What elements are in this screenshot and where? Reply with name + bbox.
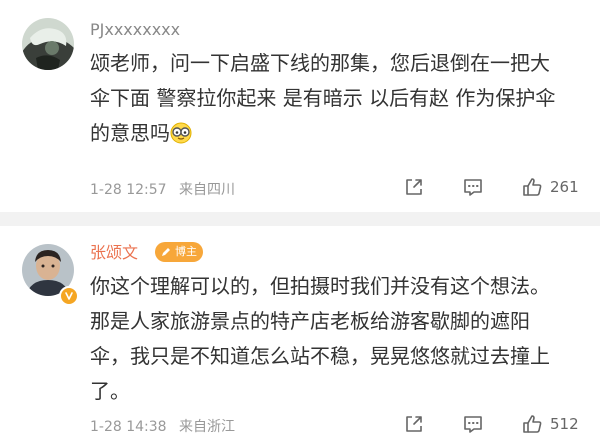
share-button[interactable] [403, 413, 425, 435]
comment-text-line: 伞下面 警察拉你起来 是有暗示 以后有赵 作为保护伞 [90, 86, 556, 110]
share-icon [406, 416, 422, 432]
comment-text: 颂老师，问一下启盛下线的那集，您后退倒在一把大 伞下面 警察拉你起来 是有暗示 以… [90, 46, 582, 151]
comment-text-line: 伞，我只是不知道怎么站不稳，晃晃悠悠就过去撞上 [90, 344, 550, 368]
comment-text-line: 你这个理解可以的，但拍摄时我们并没有这个想法。 [90, 274, 550, 298]
pen-icon [162, 248, 170, 256]
like-button[interactable]: 261 [521, 176, 580, 198]
thumbs-up-icon [523, 415, 542, 433]
comment-button[interactable] [462, 413, 484, 435]
host-badge: 博主 [155, 242, 203, 262]
comment-card: 张颂文 博主 你这个理解可以的，但拍摄时我们并没有这个想法。 那是人家旅游景点的特… [0, 226, 600, 445]
comment-card: PJxxxxxxxx 颂老师，问一下启盛下线的那集，您后退倒在一把大 伞下面 警察… [0, 0, 600, 212]
comment-location: 来自浙江 [179, 419, 236, 435]
like-count: 512 [550, 415, 579, 433]
like-button[interactable]: 512 [521, 413, 580, 435]
share-button[interactable] [403, 176, 425, 198]
comment-icon [464, 179, 482, 196]
share-icon [406, 179, 422, 195]
comment-actions: 261 [403, 176, 600, 198]
comment-location: 来自四川 [179, 182, 236, 198]
comment-text-line: 那是人家旅游景点的特产店老板给游客歇脚的遮阳 [90, 309, 530, 333]
comment-meta: 1-28 12:57 来自四川 [90, 181, 235, 199]
thumbs-up-icon [523, 178, 542, 196]
comment-date: 1-28 12:57 [90, 182, 167, 198]
comment-actions: 512 [403, 413, 600, 435]
username[interactable]: 张颂文 [90, 243, 138, 263]
verified-badge [59, 286, 79, 306]
like-count: 261 [550, 178, 579, 196]
avatar[interactable] [22, 18, 74, 70]
avatar-image [22, 18, 74, 70]
glasses-emoji-icon [170, 122, 192, 144]
comment-date: 1-28 14:38 [90, 419, 167, 435]
comment-separator [0, 212, 600, 226]
comment-button[interactable] [462, 176, 484, 198]
comment-text-line: 的意思吗 [90, 121, 170, 145]
comment-text-line: 颂老师，问一下启盛下线的那集，您后退倒在一把大 [90, 51, 550, 75]
comment-icon [464, 416, 482, 433]
comment-meta: 1-28 14:38 来自浙江 [90, 418, 235, 436]
verified-icon [65, 292, 73, 300]
comment-text-line: 了。 [90, 379, 130, 403]
host-badge-label: 博主 [175, 245, 197, 258]
username[interactable]: PJxxxxxxxx [90, 20, 180, 40]
comment-text: 你这个理解可以的，但拍摄时我们并没有这个想法。 那是人家旅游景点的特产店老板给游客… [90, 269, 582, 409]
